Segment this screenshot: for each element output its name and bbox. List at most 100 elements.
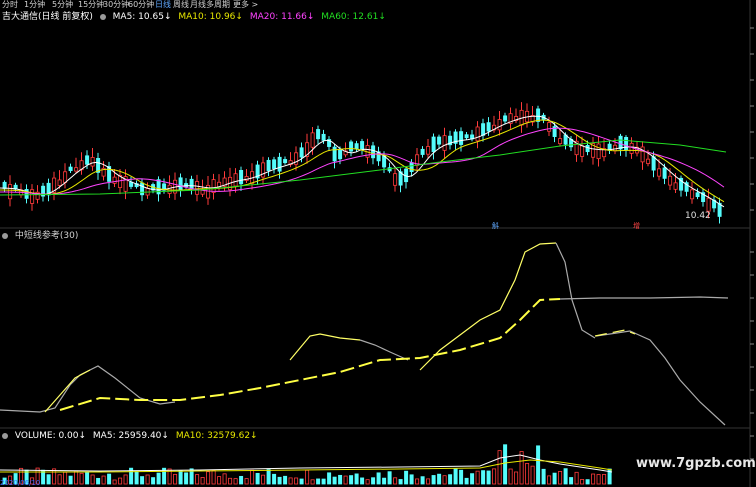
volume-bar [79,472,84,485]
volume-bar [602,473,607,485]
volume-bar [107,473,112,485]
volume-bar [420,476,425,485]
volume-bar [574,471,579,485]
volume-bar [178,470,183,485]
fast-line-segment [419,242,557,371]
volume-bar [184,472,189,485]
candle-body [178,177,183,191]
volume-bar [442,475,447,485]
candle-body [266,159,271,171]
volume-bar [195,474,200,485]
volume-bar [134,470,139,485]
ma10-line [0,119,725,203]
gray-line [359,339,409,361]
volume-bar [558,470,563,485]
volume-bar [283,475,288,485]
volume-bar [299,478,304,485]
volume-bar [530,465,535,485]
candle-body [695,192,700,198]
candle-body [211,179,216,193]
candle-body [547,122,552,132]
volume-bar [244,478,249,485]
volume-bar [90,474,95,485]
candle-body [338,148,343,160]
candle-body [613,144,618,152]
volume-bar [206,471,211,485]
candle-body [277,156,282,172]
volume-bar [74,470,79,485]
volume-bar [354,473,359,485]
candle-body [85,155,90,165]
volume-bar [140,476,145,485]
candle-body [393,173,398,186]
candle-body [706,197,711,212]
volume-bar [536,445,541,485]
candle-body [90,157,95,167]
candle-body [437,136,442,145]
volume-bar [321,478,326,485]
volume-bar [470,473,475,485]
date-label: 2020/06/10 [0,479,41,487]
stock-chart[interactable] [0,0,756,487]
volume-bar [112,479,117,485]
candle-body [74,167,79,172]
volume-bar [437,473,442,485]
volume-bar [327,472,332,485]
candle-body [426,146,431,155]
candle-body [349,141,354,152]
volume-bar [552,472,557,485]
candle-body [503,115,508,122]
gray-line [555,242,596,339]
fast-line-segment [289,333,361,361]
volume-bar [250,469,255,485]
gray-line [559,296,729,300]
candle-body [354,143,359,150]
candle-body [382,155,387,168]
volume-bar [211,470,216,485]
candle-body [316,129,321,140]
volume-bar [431,475,436,485]
event-marker-1[interactable]: 斛 [492,221,499,231]
candle-body [475,126,480,142]
candle-body [690,189,695,200]
volume-bar [371,477,376,485]
candle-body [497,119,502,131]
volume-bar [459,469,464,485]
gray-line [595,330,726,426]
volume-bar [57,474,62,485]
candle-body [673,182,678,190]
volume-bar [46,474,51,485]
volume-bar [475,470,480,485]
volume-bar [233,478,238,485]
volume-bar [151,477,156,485]
volume-bar [272,473,277,485]
volume-bar [277,476,282,485]
candle-body [459,131,464,145]
volume-bar [393,477,398,485]
volume-bar [266,469,271,485]
candle-body [2,181,7,189]
volume-bar [365,479,370,485]
volume-bar [563,468,568,485]
volume-bar [591,473,596,485]
volume-bar [409,474,414,485]
candle-body [646,158,651,164]
candle-body [442,135,447,151]
volume-bar [200,477,205,485]
volume-bar [453,468,458,485]
volume-bar [349,475,354,485]
volume-bar [387,471,392,485]
candle-body [596,143,601,160]
volume-bar [261,474,266,485]
volume-bar [239,475,244,485]
candle-body [624,137,629,151]
volume-bar [52,468,57,485]
event-marker-2[interactable]: 增 [633,221,640,231]
volume-bar [569,477,574,485]
candle-body [129,181,134,187]
candle-body [321,133,326,141]
volume-bar [464,477,469,485]
volume-bar [156,472,161,485]
candle-body [481,123,486,136]
volume-bar [585,479,590,485]
